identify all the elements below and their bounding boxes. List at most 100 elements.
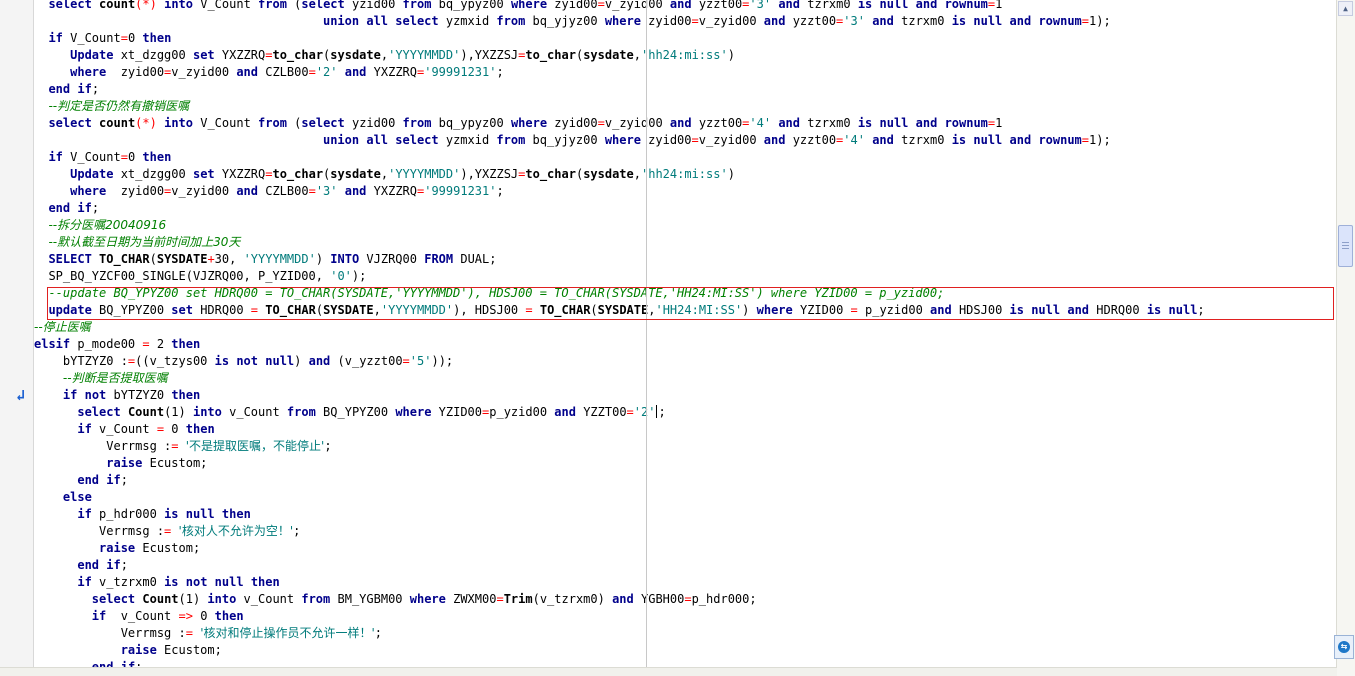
code-token: where [604, 14, 641, 28]
code-token: '0' [330, 269, 352, 283]
code-token: YZID00 [792, 303, 851, 317]
code-token: ; [496, 184, 504, 198]
code-token: yzmxid [438, 133, 497, 147]
code-token: '4' [843, 133, 865, 147]
code-token: ),YXZZSJ [460, 48, 519, 62]
code-token: end [77, 558, 100, 572]
vertical-scrollbar[interactable]: ▲ [1336, 0, 1355, 676]
code-token: 'YYYYMMDD' [380, 303, 454, 317]
code-token: v_Count [91, 422, 157, 436]
code-line[interactable]: Update xt_dzgg00 set YXZZRQ=to_char(sysd… [34, 166, 1336, 183]
code-token: , [380, 167, 389, 181]
code-line[interactable]: if not bYTZYZ0 then [34, 387, 1336, 404]
code-token: 1); [1089, 133, 1111, 147]
horizontal-scrollbar[interactable] [0, 667, 1337, 676]
code-token: 30, [214, 252, 244, 266]
code-editor[interactable]: select count(*) into V_Count from (selec… [34, 0, 1336, 676]
code-line[interactable]: union all select yzmxid from bq_yjyz00 w… [34, 132, 1336, 149]
code-line[interactable]: select count(*) into V_Count from (selec… [34, 0, 1336, 13]
code-line[interactable]: --停止医嘱 [34, 319, 1336, 336]
code-token: raise [99, 541, 136, 555]
code-token: xt_dzgg00 [113, 167, 193, 181]
code-line[interactable]: Update xt_dzgg00 set YXZZRQ=to_char(sysd… [34, 47, 1336, 64]
code-token: '3' [315, 184, 338, 198]
code-line[interactable]: where zyid00=v_zyid00 and CZLB00='3' and… [34, 183, 1336, 200]
code-token: '核对人不允许为空！' [178, 524, 294, 538]
code-line[interactable]: select Count(1) into v_Count from BQ_YPY… [34, 404, 1336, 421]
code-token: yzzt00 [785, 14, 837, 28]
code-line[interactable]: if v_Count => 0 then [34, 608, 1336, 625]
code-line[interactable]: if p_hdr000 is null then [34, 506, 1336, 523]
editor-gutter[interactable]: ↲ [0, 0, 34, 676]
code-line[interactable]: SP_BQ_YZCF00_SINGLE(VJZRQ00, P_YZID00, '… [34, 268, 1336, 285]
code-line[interactable]: if v_tzrxm0 is not null then [34, 574, 1336, 591]
scrollbar-thumb[interactable] [1338, 225, 1353, 267]
code-token: ( [590, 303, 598, 317]
code-token: if [62, 388, 78, 402]
code-line[interactable]: if v_Count = 0 then [34, 421, 1336, 438]
code-token: from [496, 133, 526, 147]
code-token: = [850, 303, 858, 317]
teamviewer-icon[interactable]: ⇆ [1334, 635, 1354, 659]
code-token: 1 [995, 116, 1003, 130]
code-line[interactable]: where zyid00=v_zyid00 and CZLB00='2' and… [34, 64, 1336, 81]
code-line[interactable]: bYTZYZ0 : = ((v_tzys00 is not null) and (v… [34, 353, 1336, 370]
code-token: from [402, 116, 432, 130]
code-line[interactable]: union all select yzmxid from bq_yjyz00 w… [34, 13, 1336, 30]
code-token: if [48, 150, 63, 164]
code-token: --默认截至日期为当前时间加上30天 [48, 235, 241, 249]
code-token: xt_dzgg00 [113, 48, 193, 62]
code-line[interactable]: Verrmsg := '核对和停止操作员不允许一样！'; [34, 625, 1336, 642]
code-token: zyid00 [640, 133, 692, 147]
code-line[interactable]: --判断是否提取医嘱 [34, 370, 1336, 387]
code-line[interactable]: end if; [34, 81, 1336, 98]
code-line[interactable]: elsif p_mode00 = 2 then [34, 336, 1336, 353]
code-line[interactable]: Verrmsg := '核对人不允许为空！'; [34, 523, 1336, 540]
code-line[interactable]: if V_Count=0 then [34, 149, 1336, 166]
code-token: end [77, 473, 100, 487]
code-token: FROM [424, 252, 454, 266]
code-line[interactable]: select count(*) into V_Count from (selec… [34, 115, 1336, 132]
code-token: = [691, 14, 699, 28]
code-token: then [171, 337, 201, 351]
code-line[interactable]: end if; [34, 557, 1336, 574]
code-token: '99991231' [424, 184, 497, 198]
code-line[interactable]: if V_Count=0 then [34, 30, 1336, 47]
code-token: = [178, 609, 186, 623]
code-line[interactable]: raise Ecustom; [34, 540, 1336, 557]
code-line[interactable]: select Count(1) into v_Count from BM_YGB… [34, 591, 1336, 608]
code-line[interactable]: --update BQ_YPYZ00 set HDRQ00 = TO_CHAR(… [34, 285, 1336, 302]
code-line[interactable]: SELECT TO_CHAR(SYSDATE+30, 'YYYYMMDD') I… [34, 251, 1336, 268]
code-line[interactable]: --拆分医嘱20040916 [34, 217, 1336, 234]
code-token: SYSDATE [323, 303, 374, 317]
code-token: v_tzrxm0 [91, 575, 165, 589]
code-token: else [62, 490, 92, 504]
code-token: '2' [315, 65, 338, 79]
code-line[interactable]: end if; [34, 472, 1336, 489]
code-token: --update BQ_YPYZ00 set HDRQ00 = TO_CHAR(… [48, 286, 945, 300]
code-line[interactable]: update BQ_YPYZ00 set HDRQ00 = TO_CHAR(SY… [34, 302, 1336, 319]
code-token: = [156, 422, 165, 436]
code-line[interactable]: Verrmsg := '不是提取医嘱，不能停止'; [34, 438, 1336, 455]
code-line[interactable]: --默认截至日期为当前时间加上30天 [34, 234, 1336, 251]
code-token: YZZT00 [575, 405, 627, 419]
code-token: where [409, 592, 446, 606]
code-token: sysdate [330, 167, 381, 181]
code-line[interactable]: else [34, 489, 1336, 506]
scroll-up-icon[interactable]: ▲ [1338, 1, 1353, 16]
code-line[interactable]: --判定是否仍然有撤销医嘱 [34, 98, 1336, 115]
code-token: null [879, 116, 909, 130]
code-token: into [164, 0, 193, 11]
code-token: from [258, 0, 287, 11]
code-line[interactable]: raise Ecustom; [34, 642, 1336, 659]
code-line[interactable]: end if; [34, 200, 1336, 217]
code-token: (v_yzzt00 [330, 354, 403, 368]
code-line[interactable]: raise Ecustom; [34, 455, 1336, 472]
